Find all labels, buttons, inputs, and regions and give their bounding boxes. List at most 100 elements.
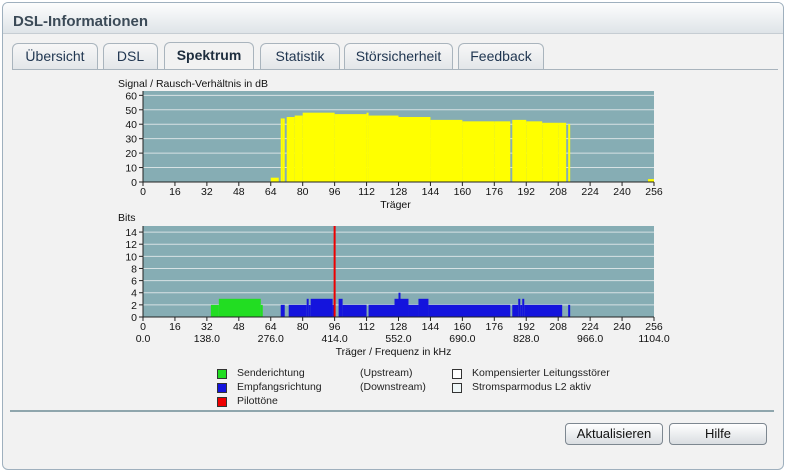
y-tick-label: 0 [131,312,137,324]
bar [542,122,559,182]
bar [306,298,309,317]
x-tick-label: 96 [329,321,341,333]
bar [520,304,523,317]
y-tick-label: 8 [131,263,137,275]
bar [342,304,367,317]
bar [286,117,295,182]
x-tick-label-khz: 552.0 [385,333,411,345]
bar [302,112,335,182]
x-tick-label: 240 [613,186,631,198]
bar [218,298,261,317]
x-tick-label-khz: 690.0 [449,333,475,345]
chart-title: Bits [118,212,136,224]
y-tick-label: 30 [125,134,137,146]
x-tick-label: 224 [581,321,599,333]
x-tick-label: 32 [201,321,213,333]
x-tick-label: 16 [169,321,181,333]
chart-title: Signal / Rausch-Verhältnis in dB [118,78,268,90]
bar [288,304,307,317]
bar [280,118,283,182]
bar [334,114,367,182]
bar [282,118,285,182]
y-tick-label: 40 [125,119,137,131]
legend-direction-upstream: (Upstream) [360,367,413,379]
legend-label-compensated: Kompensierter Leitungsstörer [472,367,610,379]
x-tick-label: 160 [454,186,472,198]
bar [394,298,399,317]
bar [568,124,571,182]
x-tick-label-khz: 276.0 [258,333,284,345]
x-tick-label: 256 [645,186,663,198]
bar [512,304,519,317]
bar [522,298,525,317]
x-tick-label-khz: 138.0 [194,333,220,345]
footer-divider [10,410,774,412]
x-tick-label: 144 [422,321,440,333]
y-tick-label: 4 [131,288,137,300]
bar [210,304,219,317]
x-tick-label: 224 [581,186,599,198]
x-axis-title: Träger / Frequenz in kHz [336,346,452,358]
legend-direction-downstream: (Downstream) [360,381,426,393]
x-tick-label: 192 [517,186,535,198]
y-tick-label: 2 [131,300,137,312]
x-tick-label: 112 [358,321,375,333]
legend-swatch-l2 [452,383,462,393]
y-tick-label: 20 [125,148,137,160]
legend-swatch-pilot [217,397,227,407]
x-tick-label: 160 [454,321,472,333]
x-tick-label: 0 [140,321,146,333]
bar [400,298,409,317]
x-tick-label: 208 [549,321,567,333]
bar [418,298,429,317]
bar [462,121,495,182]
y-tick-label: 10 [125,251,137,263]
y-tick-label: 6 [131,276,137,288]
x-tick-label: 64 [265,186,277,198]
bar [558,122,567,182]
x-tick-label-khz: 966.0 [577,333,603,345]
x-tick-label: 64 [265,321,277,333]
bar [310,298,333,317]
x-tick-label: 176 [486,321,504,333]
legend-label-upstream: Senderichtung [237,367,305,379]
bar [270,177,279,182]
x-tick-label: 112 [358,186,375,198]
bar [338,298,343,317]
x-tick-label: 32 [201,186,213,198]
bar [494,121,511,182]
bar [408,304,419,317]
x-tick-label: 144 [422,186,440,198]
y-tick-label: 14 [125,227,137,239]
x-tick-label: 16 [169,186,181,198]
x-tick-label: 176 [486,186,504,198]
bar [260,304,263,317]
x-tick-label-khz: 414.0 [321,333,347,345]
x-tick-label: 80 [297,321,309,333]
y-tick-label: 10 [125,163,137,175]
bar [524,304,563,317]
spectrum-charts: Signal / Rausch-Verhältnis in dB01020304… [118,78,670,358]
bar [526,121,543,182]
x-tick-label: 80 [297,186,309,198]
x-tick-label: 48 [233,321,245,333]
bar [366,112,369,182]
x-tick-label: 128 [390,186,408,198]
legend-label-downstream: Empfangsrichtung [237,381,322,393]
refresh-button[interactable]: Aktualisieren [565,423,663,445]
legend-label-l2: Stromsparmodus L2 aktiv [472,381,592,393]
x-tick-label-khz: 828.0 [513,333,539,345]
y-tick-label: 60 [125,90,137,102]
x-tick-label: 96 [329,186,341,198]
legend-label-pilot: Pilottöne [237,395,278,407]
bar [398,117,431,182]
help-button[interactable]: Hilfe [669,423,767,445]
bar [308,304,311,317]
x-tick-label: 256 [645,321,663,333]
bar [294,115,303,182]
x-tick-label: 240 [613,321,631,333]
x-tick-label: 208 [549,186,567,198]
x-tick-label-khz: 0.0 [136,333,151,345]
y-tick-label: 0 [131,177,137,189]
bar [518,298,521,317]
